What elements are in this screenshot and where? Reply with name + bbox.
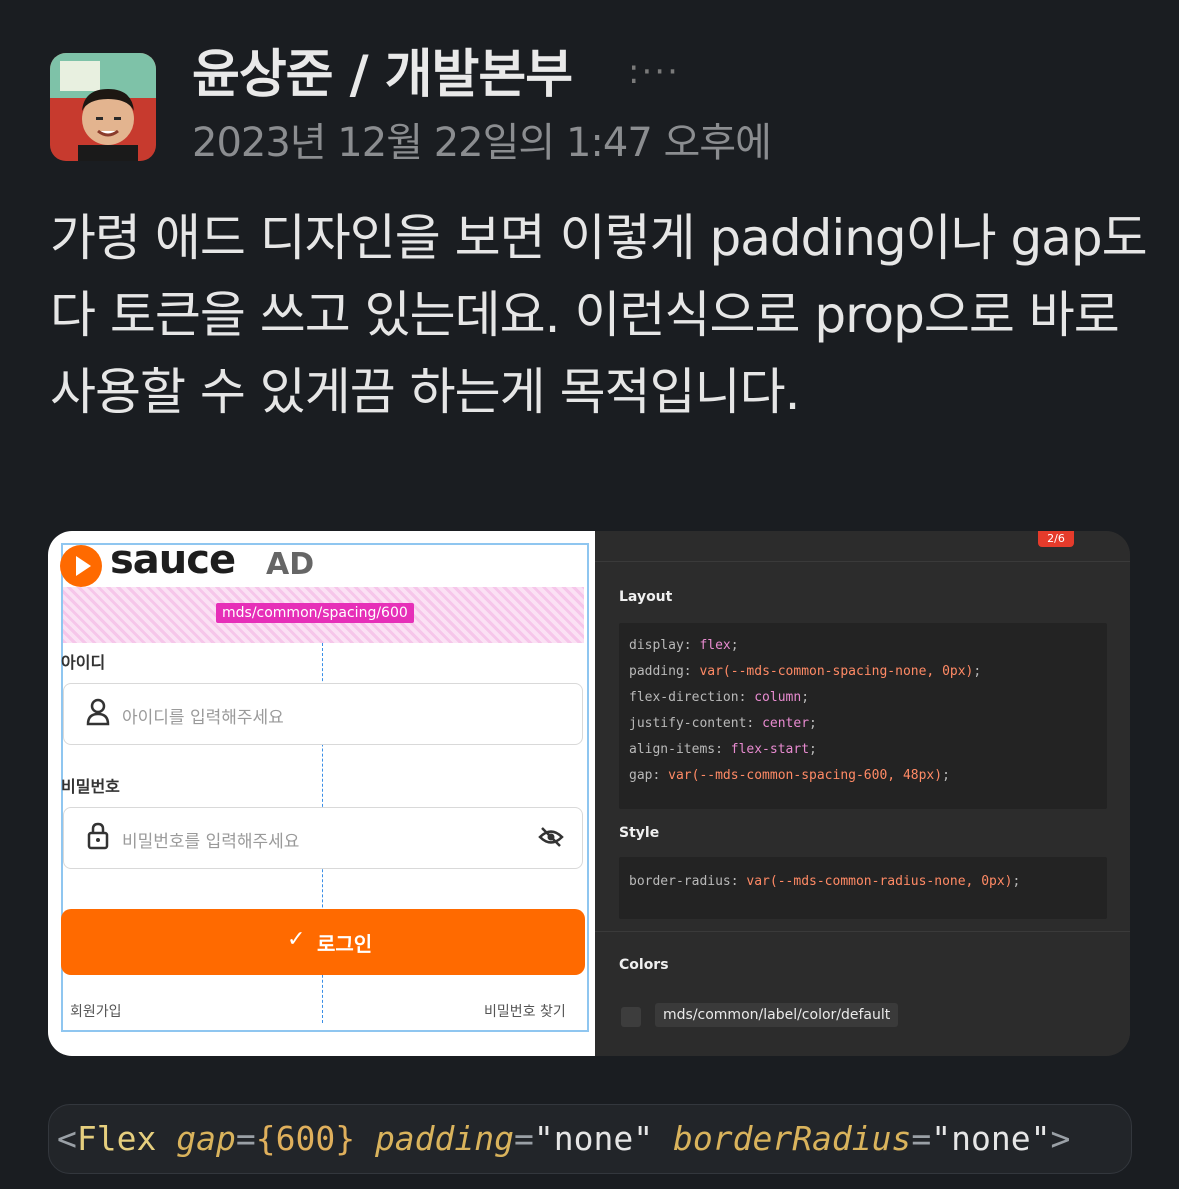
color-swatch <box>621 1007 641 1027</box>
check-icon: ✓ <box>287 927 306 952</box>
avatar-photo <box>50 53 156 161</box>
avatar[interactable] <box>50 53 156 161</box>
code-line: gap: var(--mds-common-spacing-600, 48px)… <box>629 768 950 783</box>
code-padding-attr: padding <box>374 1119 515 1158</box>
sauce-logo-icon <box>60 545 102 587</box>
code-line: border-radius: var(--mds-common-radius-n… <box>629 874 1021 889</box>
style-code-block: border-radius: var(--mds-common-radius-n… <box>619 857 1107 919</box>
timestamp[interactable]: 2023년 12월 22일의 1:47 오후에 <box>192 110 772 168</box>
id-label: 아이디 <box>61 653 106 672</box>
layout-code-block: display: flex; padding: var(--mds-common… <box>619 623 1107 809</box>
spacing-token-badge: mds/common/spacing/600 <box>216 603 414 623</box>
divider <box>595 561 1130 562</box>
page-badge: 2/6 <box>1038 531 1074 547</box>
logo-text: sauce <box>110 537 236 583</box>
style-heading: Style <box>619 825 660 841</box>
author-name[interactable]: 윤상준 / 개발본부 <box>192 44 573 106</box>
code-snippet: <Flex gap={600} padding="none" borderRad… <box>48 1104 1132 1174</box>
code-radius-value: "none" <box>931 1119 1051 1158</box>
id-placeholder: 아이디를 입력해주세요 <box>122 708 284 728</box>
password-field: 비밀번호를 입력해주세요 <box>63 807 583 869</box>
code-gap-attr: gap <box>176 1119 236 1158</box>
code-padding-value: "none" <box>533 1119 654 1158</box>
lock-icon <box>86 822 110 854</box>
code-line: justify-content: center; <box>629 716 817 731</box>
message-text: 가령 애드 디자인을 보면 이렇게 padding이나 gap도 다 토큰을 쓰… <box>50 209 1148 421</box>
password-placeholder: 비밀번호를 입력해주세요 <box>122 832 300 852</box>
code-tag: Flex <box>76 1119 157 1158</box>
design-preview: sauce AD mds/common/spacing/600 아이디 아이디를… <box>48 531 595 1056</box>
code-bracket-open: < <box>57 1119 77 1158</box>
user-icon <box>86 698 110 730</box>
find-password-link: 비밀번호 찾기 <box>484 1004 566 1020</box>
color-token-chip: mds/common/label/color/default <box>655 1003 899 1027</box>
layout-heading: Layout <box>619 589 673 605</box>
password-label: 비밀번호 <box>61 777 120 796</box>
code-line: flex-direction: column; <box>629 690 810 705</box>
code-line: align-items: flex-start; <box>629 742 817 757</box>
code-line: padding: var(--mds-common-spacing-none, … <box>629 664 982 679</box>
login-label: 로그인 <box>317 932 373 956</box>
login-button: ✓ 로그인 <box>61 909 585 975</box>
dev-inspector-panel: 2/6 Layout display: flex; padding: var(-… <box>595 531 1130 1056</box>
divider <box>595 931 1130 932</box>
id-field: 아이디를 입력해주세요 <box>63 683 583 745</box>
more-options-icon[interactable]: :··· <box>628 52 680 92</box>
image-attachment[interactable]: sauce AD mds/common/spacing/600 아이디 아이디를… <box>48 531 1130 1056</box>
eye-off-icon <box>538 826 564 852</box>
code-radius-attr: borderRadius <box>672 1119 912 1158</box>
code-line: display: flex; <box>629 638 739 653</box>
code-gap-value: {600} <box>255 1119 356 1158</box>
code-bracket-close: > <box>1050 1119 1071 1158</box>
colors-heading: Colors <box>619 957 669 973</box>
logo-suffix: AD <box>266 547 315 582</box>
signup-link: 회원가입 <box>70 1004 122 1020</box>
